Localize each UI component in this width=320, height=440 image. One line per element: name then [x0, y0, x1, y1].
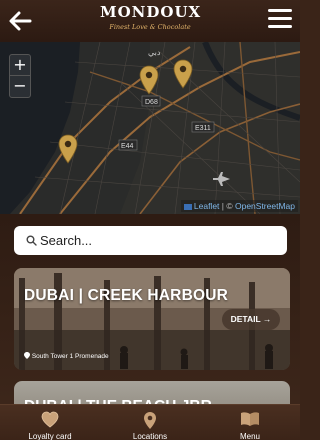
nav-locations[interactable]: Locations — [100, 405, 200, 440]
store-map[interactable]: D68 E311 E44 دبي + − Leaflet | © OpenStr… — [0, 42, 300, 214]
brand-logo[interactable]: MONDOUX Finest Love & Chocolate — [100, 4, 200, 40]
nav-label-menu: Menu — [239, 432, 260, 440]
brand-name: MONDOUX — [100, 3, 202, 21]
store-address: South Tower 1 Promenade — [24, 352, 109, 360]
detail-button[interactable]: DETAIL → — [222, 309, 280, 330]
bottom-navigation: Loyalty card Locations Menu — [0, 404, 300, 440]
map-attribution: Leaflet | © OpenStreetMap — [180, 200, 298, 212]
back-button[interactable] — [6, 7, 34, 35]
map-pin-icon — [58, 134, 78, 164]
road-label-e44: E44 — [121, 143, 134, 150]
search-icon — [26, 235, 37, 246]
road-label-e311: E311 — [195, 125, 211, 132]
location-pin-icon — [24, 352, 30, 359]
map-pin-icon — [173, 59, 193, 89]
store-list-panel: DUBAI | CREEK HARBOUR DETAIL → South Tow… — [0, 214, 300, 421]
search-input[interactable] — [40, 230, 280, 251]
city-label: دبي — [148, 48, 161, 57]
heart-icon — [41, 411, 59, 428]
location-pin-icon — [144, 412, 156, 429]
search-bar[interactable] — [14, 226, 287, 255]
nav-label-loyalty: Loyalty card — [28, 432, 72, 440]
zoom-control: + − — [9, 54, 31, 98]
hamburger-icon — [268, 9, 292, 12]
hamburger-menu-button[interactable] — [268, 9, 292, 31]
store-card[interactable]: DUBAI | CREEK HARBOUR DETAIL → South Tow… — [14, 268, 290, 370]
zoom-out-button[interactable]: − — [10, 76, 30, 97]
map-pin-icon — [139, 65, 159, 95]
leaflet-link[interactable]: Leaflet — [194, 201, 220, 211]
flag-icon — [183, 203, 192, 210]
store-pin-2[interactable] — [173, 59, 193, 89]
store-pin-1[interactable] — [139, 65, 159, 95]
nav-menu[interactable]: Menu — [200, 405, 300, 440]
store-title: DUBAI | CREEK HARBOUR — [24, 287, 229, 304]
back-arrow-icon — [9, 11, 32, 31]
nav-label-locations: Locations — [132, 432, 168, 440]
app-header: MONDOUX Finest Love & Chocolate — [0, 0, 300, 42]
attribution-separator: | © — [219, 201, 235, 211]
open-book-icon — [241, 412, 259, 426]
store-pin-3[interactable] — [58, 134, 78, 164]
brand-tagline: Finest Love & Chocolate — [109, 23, 191, 31]
store-address-text: South Tower 1 Promenade — [31, 353, 109, 360]
zoom-in-button[interactable]: + — [10, 55, 30, 76]
openstreetmap-link[interactable]: OpenStreetMap — [235, 201, 295, 211]
road-label-d68: D68 — [145, 99, 158, 106]
nav-loyalty-card[interactable]: Loyalty card — [0, 405, 100, 440]
